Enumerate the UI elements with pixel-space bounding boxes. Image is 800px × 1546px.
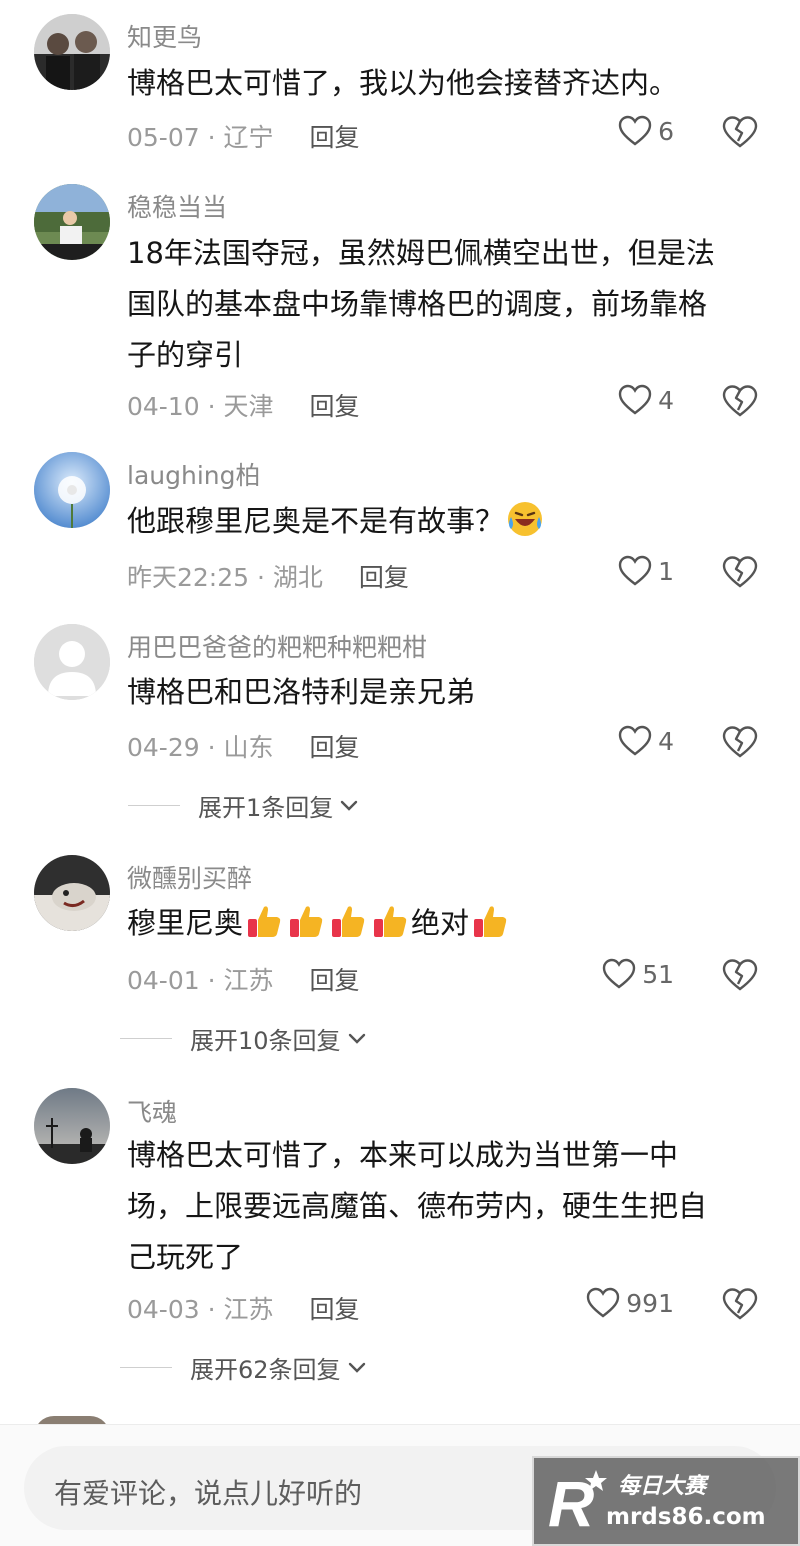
like-count: 4 xyxy=(658,726,674,756)
comment-text: 博格巴太可惜了，我以为他会接替齐达内。 xyxy=(127,66,679,100)
dislike-button[interactable] xyxy=(722,115,758,153)
comment-location: 江苏 xyxy=(223,966,274,995)
like-button[interactable]: 991 xyxy=(586,1287,674,1319)
broken-heart-icon xyxy=(722,1288,758,1320)
comment-location: 辽宁 xyxy=(223,123,274,152)
like-button[interactable]: 4 xyxy=(618,725,674,757)
like-button[interactable]: 1 xyxy=(618,555,674,587)
chevron-down-icon xyxy=(348,1362,365,1373)
divider xyxy=(120,1367,172,1368)
chevron-down-icon xyxy=(348,1033,365,1044)
dislike-button[interactable] xyxy=(722,384,758,422)
comment-meta: 04-03 · 江苏 回复 xyxy=(127,1295,360,1324)
comment-date: 04-29 xyxy=(127,733,200,762)
like-button[interactable]: 6 xyxy=(618,115,674,147)
avatar[interactable] xyxy=(34,184,110,260)
like-count: 1 xyxy=(658,556,674,586)
reply-button[interactable]: 回复 xyxy=(310,966,360,995)
comment-date: 04-01 xyxy=(127,966,200,995)
watermark-logo: R xyxy=(548,1468,607,1538)
heart-outline-icon xyxy=(587,1287,620,1318)
comment-text: 博格巴太可惜了，本来可以成为当世第一中 场，上限要远高魔笛、德布劳内，硬生生把自… xyxy=(127,1138,708,1274)
heart-outline-icon xyxy=(618,725,652,756)
avatar[interactable] xyxy=(34,14,110,90)
like-count: 51 xyxy=(642,959,674,989)
username[interactable]: 稳稳当当 xyxy=(127,188,227,224)
broken-heart-icon xyxy=(722,116,758,148)
avatar[interactable] xyxy=(34,1088,110,1164)
watermark-url: mrds86.com xyxy=(606,1504,766,1530)
expand-replies-label: 展开10条回复 xyxy=(190,1027,341,1055)
comment-input-placeholder: 有爱评论，说点儿好听的 xyxy=(54,1477,363,1510)
like-button[interactable]: 51 xyxy=(602,958,674,990)
comment-text: 18年法国夺冠，虽然姆巴佩横空出世，但是法 国队的基本盘中场靠博格巴的调度，前场… xyxy=(127,236,715,372)
reply-button[interactable]: 回复 xyxy=(359,563,409,592)
divider xyxy=(128,805,180,806)
chevron-down-icon xyxy=(341,800,358,811)
dislike-button[interactable] xyxy=(722,555,758,593)
comment-date: 05-07 xyxy=(127,123,200,152)
expand-replies-button[interactable]: 展开62条回复 xyxy=(120,1350,367,1385)
thumbs-up-emoji xyxy=(474,906,507,937)
comment-text: 穆里尼奥 绝对 xyxy=(127,898,767,949)
broken-heart-icon xyxy=(722,385,758,417)
thumbs-up-emoji xyxy=(248,906,281,937)
avatar[interactable] xyxy=(34,624,110,700)
comment-text: 博格巴和巴洛特利是亲兄弟 xyxy=(127,675,476,709)
heart-outline-icon xyxy=(602,958,636,989)
like-count: 4 xyxy=(658,385,674,415)
broken-heart-icon xyxy=(722,726,758,758)
watermark: R 每日大赛 mrds86.com xyxy=(532,1456,800,1546)
divider xyxy=(120,1038,172,1039)
comment-meta: 04-01 · 江苏 回复 xyxy=(127,966,360,995)
reply-button[interactable]: 回复 xyxy=(310,123,360,152)
thumbs-up-emoji xyxy=(374,906,407,937)
comment-meta: 05-07 · 辽宁 回复 xyxy=(127,123,360,152)
like-count: 6 xyxy=(658,116,674,146)
broken-heart-icon xyxy=(722,556,758,588)
reply-button[interactable]: 回复 xyxy=(310,1295,360,1324)
comment-date: 04-03 xyxy=(127,1295,200,1324)
expand-replies-label: 展开1条回复 xyxy=(198,794,334,822)
avatar[interactable] xyxy=(34,855,110,931)
laughing-tears-emoji xyxy=(508,502,543,536)
comment-location: 江苏 xyxy=(223,1295,274,1324)
comment-text: 他跟穆里尼奥是不是有故事？ xyxy=(127,496,767,547)
heart-outline-icon xyxy=(618,115,652,146)
comment-date: 昨天22:25 xyxy=(127,563,250,592)
expand-replies-button[interactable]: 展开10条回复 xyxy=(120,1021,367,1056)
watermark-brand: 每日大赛 xyxy=(618,1474,707,1499)
comment-meta: 04-29 · 山东 回复 xyxy=(127,733,360,762)
comment-date: 04-10 xyxy=(127,392,200,421)
username[interactable]: 用巴巴爸爸的粑粑种粑粑柑 xyxy=(127,628,427,664)
dislike-button[interactable] xyxy=(722,725,758,763)
heart-outline-icon xyxy=(618,555,652,586)
comment-meta: 04-10 · 天津 回复 xyxy=(127,392,360,421)
like-count: 991 xyxy=(626,1288,674,1318)
broken-heart-icon xyxy=(722,959,758,991)
username[interactable]: laughing柏 xyxy=(127,456,260,492)
expand-replies-button[interactable]: 展开1条回复 xyxy=(128,788,359,823)
reply-button[interactable]: 回复 xyxy=(310,392,360,421)
comment-location: 山东 xyxy=(223,733,274,762)
heart-outline-icon xyxy=(618,384,652,415)
username[interactable]: 飞魂 xyxy=(127,1093,177,1129)
dislike-button[interactable] xyxy=(722,958,758,996)
thumbs-up-emoji xyxy=(332,906,365,937)
comment-location: 湖北 xyxy=(272,563,323,592)
username[interactable]: 微醺别买醉 xyxy=(127,859,252,895)
like-button[interactable]: 4 xyxy=(618,384,674,416)
dislike-button[interactable] xyxy=(722,1287,758,1325)
thumbs-up-emoji xyxy=(290,906,323,937)
avatar[interactable] xyxy=(34,452,110,528)
expand-replies-label: 展开62条回复 xyxy=(190,1356,341,1384)
comment-location: 天津 xyxy=(223,392,274,421)
username[interactable]: 知更鸟 xyxy=(127,18,202,54)
reply-button[interactable]: 回复 xyxy=(310,733,360,762)
comment-meta: 昨天22:25 · 湖北 回复 xyxy=(127,563,409,592)
